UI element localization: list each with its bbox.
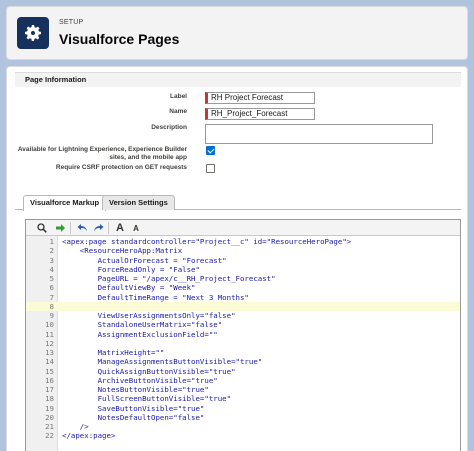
line-number: 4 [49,264,54,274]
undo-icon[interactable] [76,222,88,234]
code-line-text: <ResourceHeroApp:Matrix [62,246,183,256]
description-field-label: Description [151,124,187,131]
line-number: 17 [45,385,54,394]
line-number: 18 [45,394,54,404]
code-line-text: ManageAssignmentsButtonVisible="true" [62,357,263,367]
code-line[interactable]: 9 ViewUserAssignmentsOnly="false" [26,311,460,320]
line-number: 14 [45,357,54,367]
code-line-text: PageURL = "/apex/c__RH_Project_Forecast" [62,274,276,283]
toolbar-divider [70,222,71,234]
code-line-text: NotesDefaultOpen="false" [62,412,205,422]
code-line[interactable]: 11 AssignmentExclusionField="" [26,330,460,339]
line-number: 22 [45,431,54,441]
code-line[interactable]: 8 [26,301,460,311]
code-line-text: <apex:page standardcontroller="Project__… [62,237,352,246]
code-line[interactable]: 22 </apex:page> [26,431,460,440]
description-textarea[interactable] [205,124,433,144]
line-number: 5 [49,274,54,283]
code-line-text: AssignmentExclusionField="" [62,329,218,339]
code-line[interactable]: 20 NotesDefaultOpen="false" [26,413,460,422]
line-number: 15 [45,366,54,376]
lightning-label-line1: Available for Lightning Experience, Expe… [17,146,187,153]
code-line[interactable]: 12 [26,339,460,348]
code-line[interactable]: 4 ForceReadOnly = "False" [26,265,460,274]
code-line-text: ViewUserAssignmentsOnly="false" [62,311,236,320]
code-line[interactable]: 16 ArchiveButtonVisible="true" [26,376,460,385]
search-icon[interactable] [36,222,48,234]
code-line-text: ActualOrForecast = "Forecast" [62,255,227,265]
line-number: 2 [49,246,54,256]
lightning-label-line2: sites, and the mobile app [109,154,187,161]
lightning-availability-label: Available for Lightning Experience, Expe… [18,146,187,162]
go-to-line-icon[interactable] [54,222,66,234]
editor-tabs: Visualforce Markup Version Settings [15,195,461,211]
section-page-information: Page Information [15,72,461,87]
code-line[interactable]: 10 StandaloneUserMatrix="false" [26,320,460,329]
code-line[interactable]: 5 PageURL = "/apex/c__RH_Project_Forecas… [26,274,460,283]
code-line-text: DefaultViewBy = "Week" [62,283,196,293]
tab-visualforce-markup[interactable]: Visualforce Markup [23,195,107,211]
font-smaller-button[interactable]: A [130,222,142,234]
code-line-text: ForceReadOnly = "False" [62,264,200,274]
font-larger-button[interactable]: A [114,222,126,234]
name-field-label: Name [169,108,187,115]
page-content: Page Information Label RH Project Foreca… [6,66,468,451]
code-line-text: DefaultTimeRange = "Next 3 Months" [62,292,249,302]
line-number: 21 [45,422,54,431]
code-line-text: /> [62,422,89,431]
line-number: 1 [49,237,54,246]
code-line[interactable]: 13 MatrixHeight="" [26,348,460,357]
code-line[interactable]: 17 NotesButtonVisible="true" [26,385,460,394]
code-line[interactable]: 19 SaveButtonVisible="true" [26,404,460,413]
line-number: 6 [49,283,54,293]
line-number: 7 [49,292,54,302]
line-number: 3 [49,255,54,265]
code-editor[interactable]: A A 1 <apex:page standardcontroller="Proj… [25,219,461,451]
code-line[interactable]: 7 DefaultTimeRange = "Next 3 Months" [26,293,460,302]
code-line-text: FullScreenButtonVisible="true" [62,394,232,404]
csrf-protection-checkbox[interactable] [206,164,215,173]
code-line[interactable]: 14 ManageAssignmentsButtonVisible="true" [26,357,460,366]
line-number: 9 [49,311,54,320]
code-line-text: ArchiveButtonVisible="true" [62,375,218,385]
tab-version-settings[interactable]: Version Settings [102,195,175,210]
code-line-text: StandaloneUserMatrix="false" [62,320,223,330]
code-line[interactable]: 1 <apex:page standardcontroller="Project_… [26,237,460,246]
code-line-text: NotesButtonVisible="true" [62,385,209,394]
lightning-availability-checkbox[interactable] [206,146,215,155]
csrf-protection-label: Require CSRF protection on GET requests [55,164,187,171]
label-field-label: Label [170,93,187,100]
page-header: SETUP Visualforce Pages [6,6,468,60]
breadcrumb-setup[interactable]: SETUP [59,19,83,26]
line-number: 10 [45,320,54,330]
line-number: 11 [45,329,54,339]
line-number: 19 [45,403,54,413]
code-line[interactable]: 6 DefaultViewBy = "Week" [26,283,460,292]
code-line-text: SaveButtonVisible="true" [62,403,205,413]
line-number: 12 [45,338,54,348]
page-title: Visualforce Pages [59,31,180,47]
line-number: 16 [45,375,54,385]
code-line[interactable]: 18 FullScreenButtonVisible="true" [26,394,460,403]
line-number: 13 [45,348,54,357]
label-input[interactable]: RH Project Forecast [205,92,315,104]
code-line[interactable]: 15 QuickAssignButtonVisible="true" [26,367,460,376]
gear-icon [17,17,49,49]
line-number: 8 [49,301,54,311]
code-line-text: QuickAssignButtonVisible="true" [62,366,236,376]
code-line-text: </apex:page> [62,431,116,441]
toolbar-divider [108,222,109,234]
line-number: 20 [45,412,54,422]
code-line[interactable]: 21 /> [26,422,460,431]
code-area[interactable]: 1 <apex:page standardcontroller="Project_… [26,237,460,441]
code-line-text: MatrixHeight="" [62,348,165,357]
redo-icon[interactable] [92,222,104,234]
code-line[interactable]: 3 ActualOrForecast = "Forecast" [26,256,460,265]
editor-toolbar: A A [26,220,460,236]
name-input[interactable]: RH_Project_Forecast [205,108,315,120]
code-line[interactable]: 2 <ResourceHeroApp:Matrix [26,246,460,255]
